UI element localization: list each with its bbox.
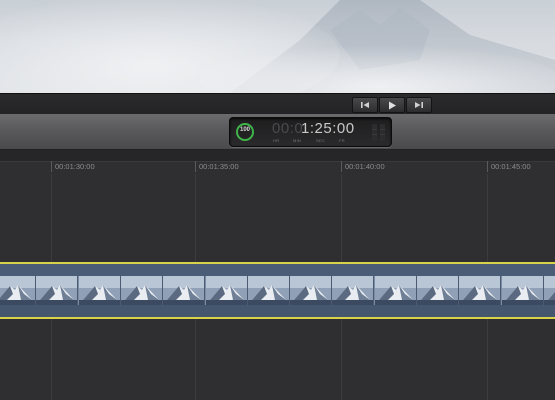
- unit-min: MIN: [293, 138, 302, 143]
- ruler-label: 00:01:45:00: [491, 162, 531, 171]
- clip-thumbnail: [417, 276, 459, 305]
- timecode-hidden-digits: 00:0: [272, 120, 304, 137]
- clip-audio-area: [0, 305, 555, 317]
- clip-thumbnail: [120, 276, 163, 305]
- next-edit-button[interactable]: [406, 97, 432, 113]
- ruler-label: 00:01:30:00: [55, 162, 95, 171]
- skip-back-icon: [359, 101, 371, 109]
- ruler-tick: [341, 161, 342, 172]
- timeline-ruler[interactable]: [0, 150, 555, 162]
- clip-header: [0, 264, 555, 276]
- zoom-percent: 100: [239, 127, 250, 133]
- ruler-label: 00:01:35:00: [199, 162, 239, 171]
- ruler-tick: [195, 161, 196, 172]
- skip-forward-icon: [413, 101, 425, 109]
- ruler-tick: [51, 161, 52, 172]
- clip-thumbnail: [332, 276, 375, 305]
- clip-thumbnail: [0, 276, 36, 305]
- viewer-canvas: [0, 0, 555, 93]
- mountain-mist-image: [0, 0, 555, 93]
- transport-bar: [0, 93, 555, 115]
- unit-sec: SEC: [316, 138, 326, 143]
- clip-thumbnail: [36, 276, 79, 305]
- clip-thumbnail: [459, 276, 502, 305]
- timecode-display[interactable]: 100 00:0 1:25:00 HR MIN SEC FR: [229, 117, 392, 147]
- clip-thumbnail: [543, 276, 555, 305]
- timecode-value: 1:25:00: [301, 120, 355, 137]
- play-button[interactable]: [379, 97, 405, 113]
- ruler-tick: [487, 161, 488, 172]
- clip-thumbnail: [501, 276, 544, 305]
- clip-thumbnail: [78, 276, 121, 305]
- video-clip[interactable]: [0, 262, 555, 319]
- previous-edit-button[interactable]: [352, 97, 378, 113]
- clip-thumbnail: [247, 276, 290, 305]
- clip-filmstrip: [0, 276, 555, 305]
- clip-thumbnail: [290, 276, 333, 305]
- toolbar: 100 00:0 1:25:00 HR MIN SEC FR: [0, 114, 555, 150]
- clip-thumbnail: [163, 276, 206, 305]
- ruler-label: 00:01:40:00: [345, 162, 385, 171]
- audio-meter-icon: [372, 124, 385, 141]
- unit-hr: HR: [273, 138, 280, 143]
- unit-fr: FR: [339, 138, 345, 143]
- clip-thumbnail: [205, 276, 248, 305]
- play-icon: [386, 101, 398, 110]
- clip-thumbnail: [374, 276, 417, 305]
